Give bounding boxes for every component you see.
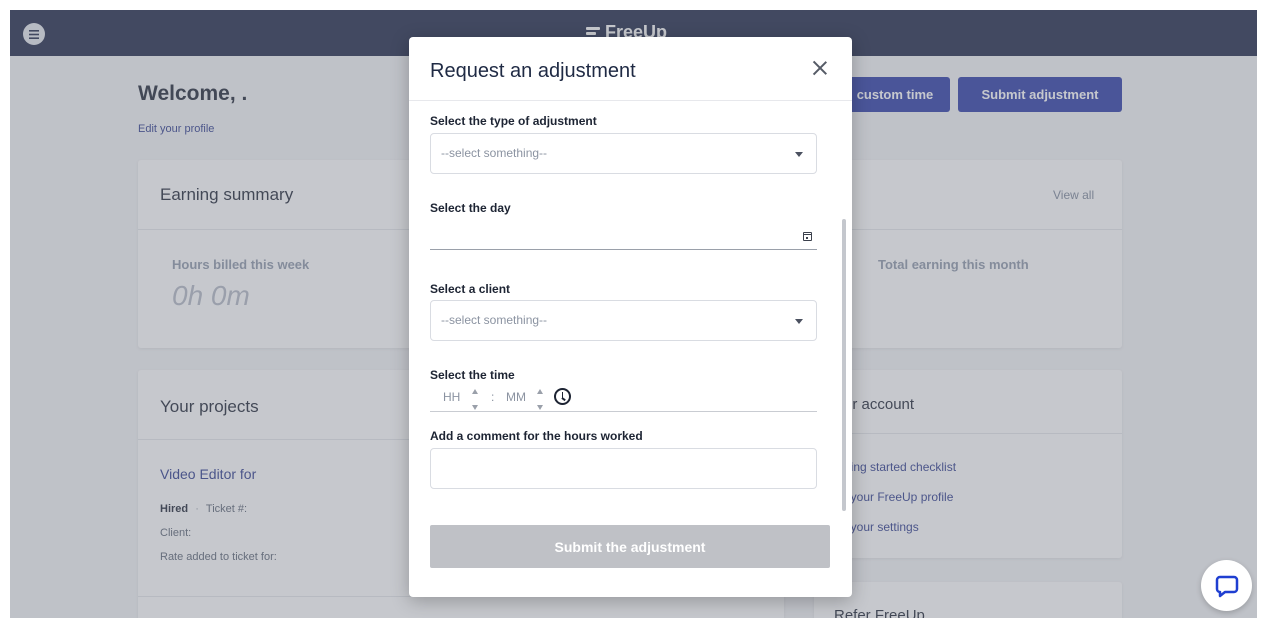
app-frame: FreeUp Welcome, . Edit your profile cust… <box>10 10 1257 618</box>
clock-icon[interactable] <box>554 388 571 405</box>
modal-header: Request an adjustment <box>409 37 852 101</box>
submit-adjustment-modal-button[interactable]: Submit the adjustment <box>430 525 830 568</box>
close-icon[interactable] <box>811 59 829 77</box>
time-separator: : <box>491 390 495 404</box>
comment-input[interactable] <box>430 448 817 489</box>
minutes-stepper[interactable] <box>537 387 545 411</box>
client-label: Select a client <box>430 282 511 296</box>
client-select[interactable]: --select something-- <box>430 300 817 341</box>
scrollbar-thumb[interactable] <box>842 219 846 511</box>
chat-bubble-icon <box>1215 575 1238 597</box>
adjustment-type-label: Select the type of adjustment <box>430 114 597 128</box>
comment-label: Add a comment for the hours worked <box>430 429 643 443</box>
minutes-field[interactable]: MM <box>506 390 526 404</box>
time-input[interactable]: HH : MM <box>430 387 817 412</box>
day-date-input[interactable] <box>430 225 817 250</box>
client-placeholder: --select something-- <box>441 313 548 327</box>
adjustment-type-select[interactable]: --select something-- <box>430 133 817 174</box>
adjustment-modal: Request an adjustment Select the type of… <box>409 37 852 597</box>
chevron-down-icon <box>795 152 803 157</box>
modal-title: Request an adjustment <box>430 60 636 82</box>
chevron-down-icon <box>795 319 803 324</box>
adjustment-type-placeholder: --select something-- <box>441 146 548 160</box>
day-label: Select the day <box>430 201 511 215</box>
calendar-icon[interactable] <box>803 232 812 241</box>
time-label: Select the time <box>430 368 515 382</box>
hours-field[interactable]: HH <box>443 390 460 404</box>
hours-stepper[interactable] <box>472 387 480 411</box>
chat-button[interactable] <box>1201 560 1252 611</box>
modal-scrollbar[interactable] <box>840 119 847 519</box>
